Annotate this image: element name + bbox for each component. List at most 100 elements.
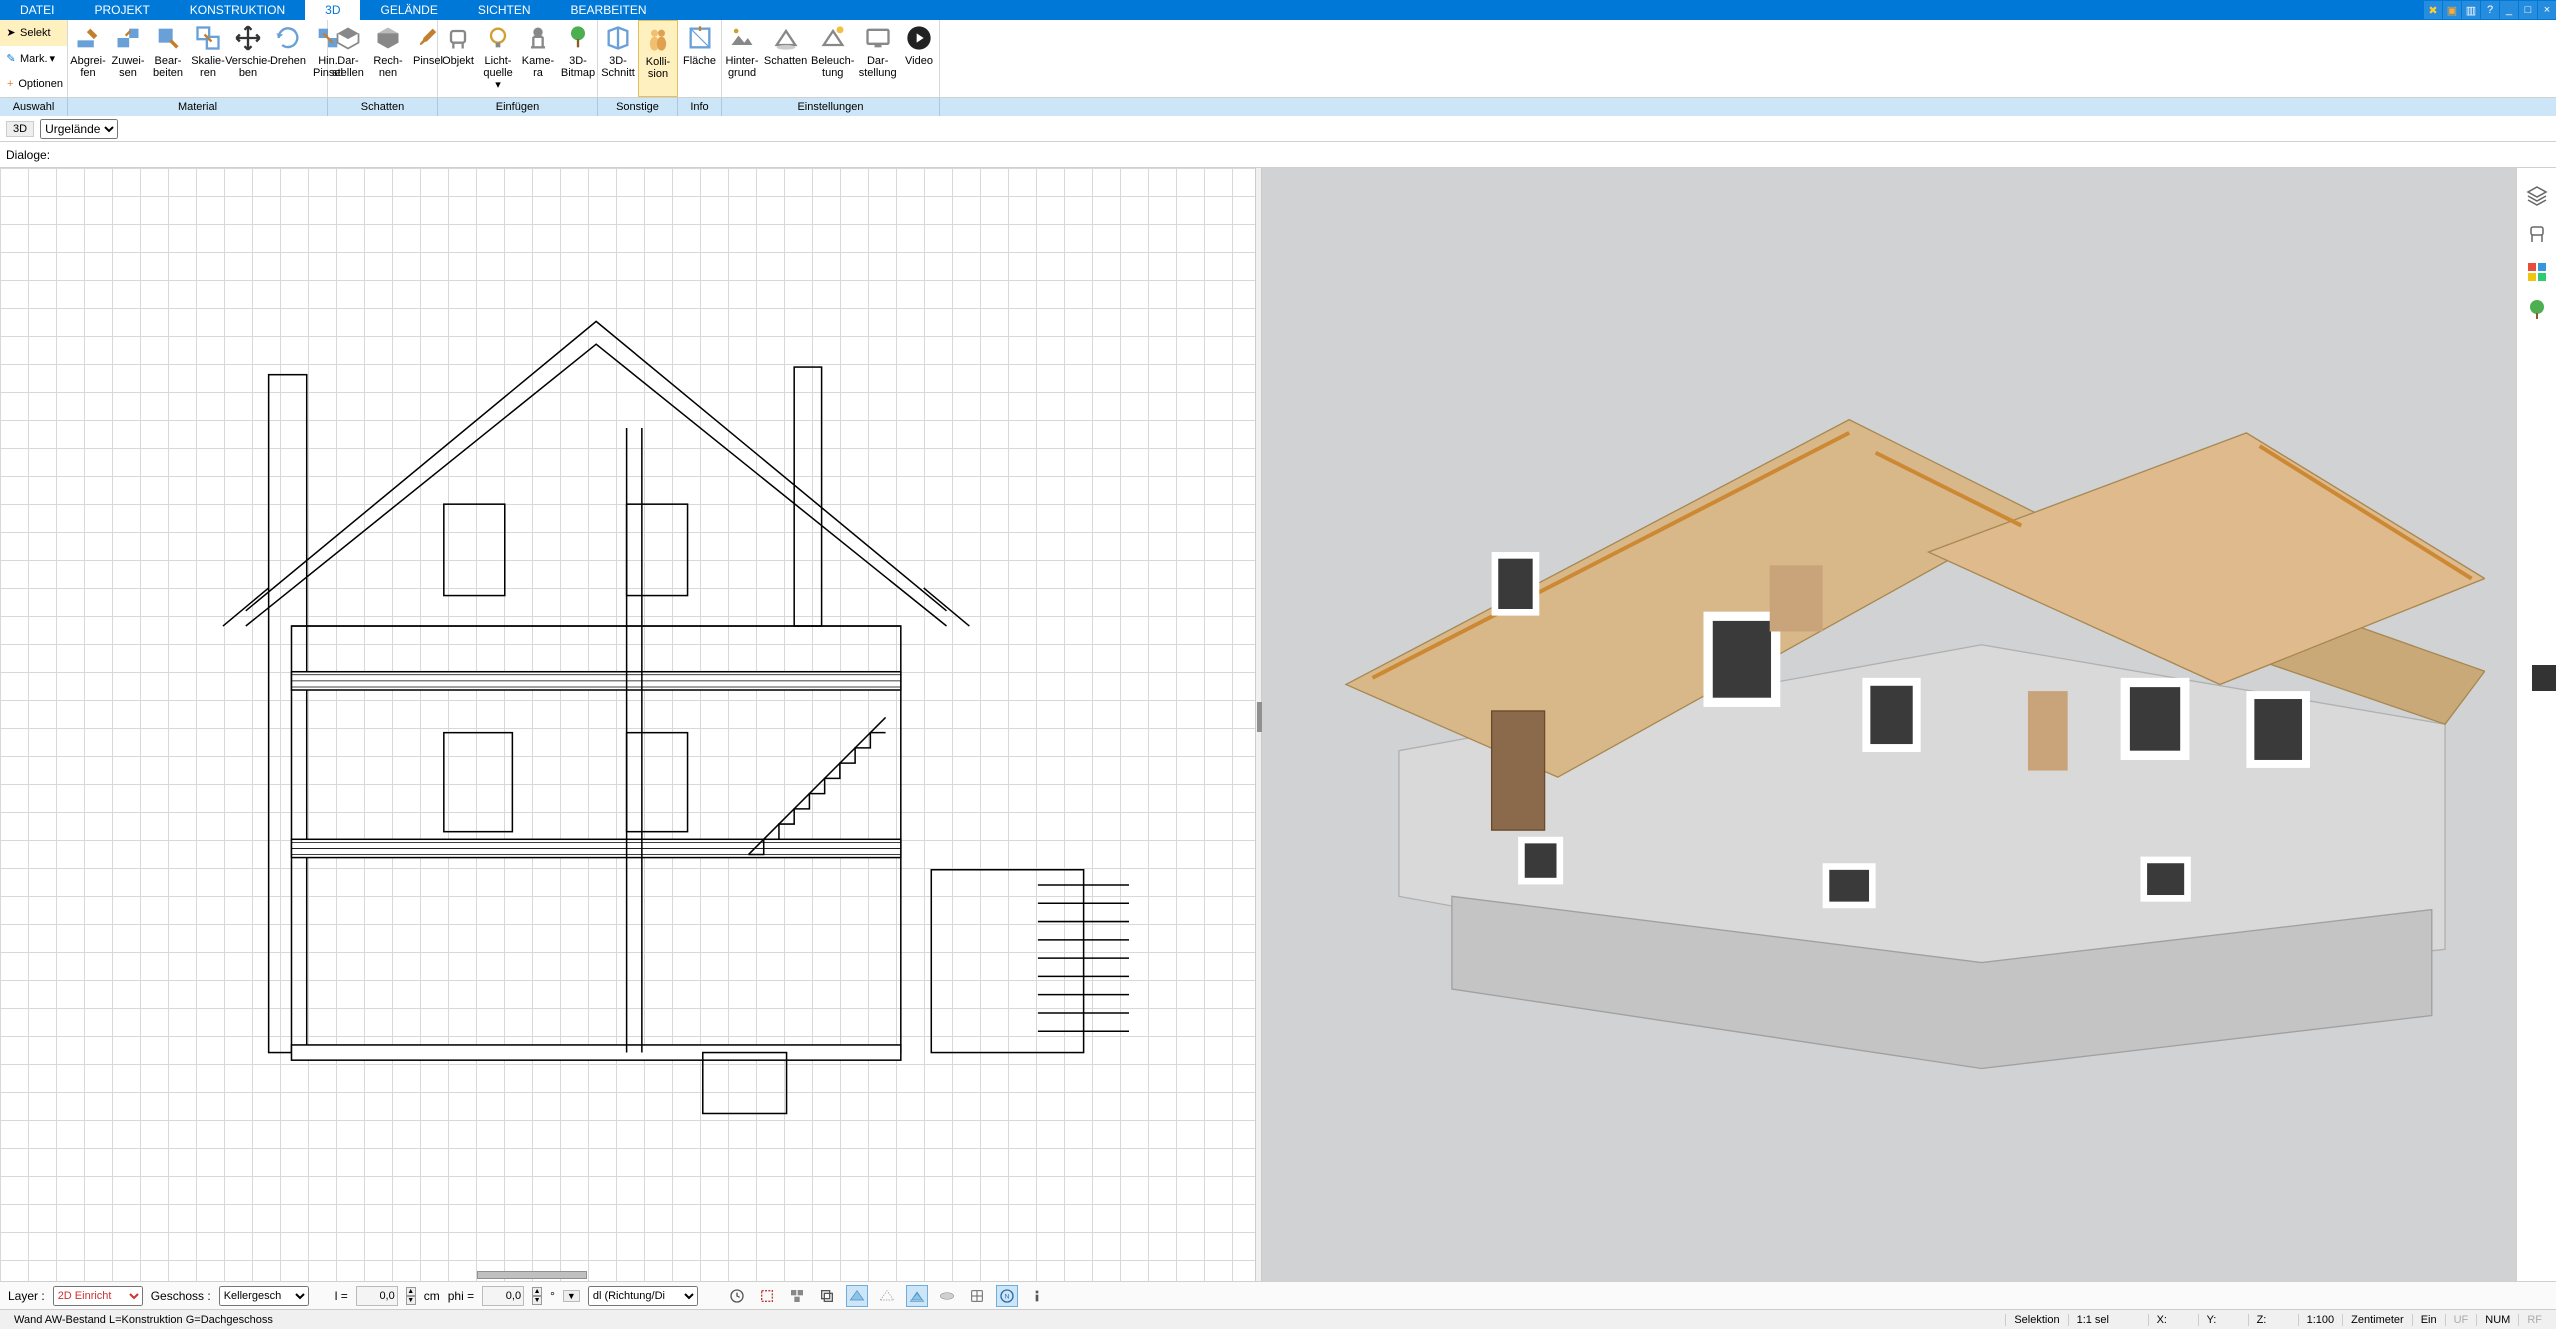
group-label-material: Material: [68, 98, 328, 116]
info-icon[interactable]: [1026, 1285, 1048, 1307]
clock-icon[interactable]: [726, 1285, 748, 1307]
tree-icon[interactable]: [2525, 298, 2549, 322]
help-icon[interactable]: ?: [2481, 1, 2499, 19]
selection-box-icon[interactable]: [756, 1285, 778, 1307]
ribbon-btn-darstellung[interactable]: Dar-stellung: [856, 20, 899, 97]
ribbon-btn-drehen[interactable]: Drehen: [268, 20, 308, 97]
menu-tab-datei[interactable]: DATEI: [0, 0, 74, 20]
zuweisen-icon: [114, 24, 142, 52]
palette-icon[interactable]: [2525, 260, 2549, 284]
layer-visibility-1-icon[interactable]: [846, 1285, 868, 1307]
ribbon-btn-label: Schatten: [764, 55, 807, 67]
right-panel-handle[interactable]: [2532, 665, 2556, 691]
geschoss-select[interactable]: Kellergesch: [219, 1286, 309, 1306]
ribbon-btn-video[interactable]: Video: [899, 20, 939, 97]
ribbon-btn-3dbitmap[interactable]: 3D-Bitmap: [558, 20, 598, 97]
view-select[interactable]: Urgelände: [40, 119, 118, 139]
objekt-icon: [444, 24, 472, 52]
layer-visibility-2-icon[interactable]: [876, 1285, 898, 1307]
menu-tab-gelaende[interactable]: GELÄNDE: [360, 0, 457, 20]
layer-visibility-4-icon[interactable]: [936, 1285, 958, 1307]
close-icon[interactable]: ×: [2538, 1, 2556, 19]
phi-spinner[interactable]: ▲▼: [532, 1287, 542, 1305]
ribbon-btn-zuweisen[interactable]: Zuwei-sen: [108, 20, 148, 97]
grid-toggle-icon[interactable]: [966, 1285, 988, 1307]
maximize-icon[interactable]: □: [2519, 1, 2537, 19]
status-rf: RF: [2518, 1314, 2550, 1326]
ribbon-btn-hintergrund[interactable]: Hinter-grund: [722, 20, 762, 97]
splitter[interactable]: [1255, 168, 1262, 1281]
ribbon-btn-label: Kolli-: [646, 56, 670, 68]
ribbon-btn-lichtquelle[interactable]: Licht-quelle ▾: [478, 20, 518, 97]
ribbon-group-info: Fläche: [678, 20, 722, 97]
menu-tab-3d[interactable]: 3D: [305, 0, 360, 20]
ribbon-btn-label: ben: [239, 67, 257, 79]
ribbon-group-sonstige: 3D-SchnittKolli-sion: [598, 20, 678, 97]
l-spinner[interactable]: ▲▼: [406, 1287, 416, 1305]
ribbon-btn-skalieren[interactable]: Skalie-ren: [188, 20, 228, 97]
ribbon-btn-beleuchtung[interactable]: Beleuch-tung: [809, 20, 856, 97]
horizontal-scrollbar-thumb[interactable]: [477, 1271, 587, 1279]
minimize-icon[interactable]: _: [2500, 1, 2518, 19]
view-mode-3d[interactable]: 3D: [6, 121, 34, 137]
ribbon-btn-verschieben[interactable]: Verschie-ben: [228, 20, 268, 97]
ribbon-btn-3dschnitt[interactable]: 3D-Schnitt: [598, 20, 638, 97]
layers-icon[interactable]: [2525, 184, 2549, 208]
ribbon-btn-abgreifen[interactable]: Abgrei-fen: [68, 20, 108, 97]
phi-label: phi =: [448, 1289, 474, 1303]
layer-select[interactable]: 2D Einricht: [53, 1286, 143, 1306]
menu-tab-konstruktion[interactable]: KONSTRUKTION: [170, 0, 305, 20]
ribbon-btn-label: stellen: [332, 67, 364, 79]
ribbon-btn-label: ra: [533, 67, 543, 79]
menu-tab-projekt[interactable]: PROJEKT: [74, 0, 169, 20]
status-uf: UF: [2445, 1314, 2477, 1326]
pane-3d-view[interactable]: [1262, 168, 2517, 1281]
mark-button[interactable]: ✎Mark.▾: [0, 46, 67, 72]
menu-tab-sichten[interactable]: SICHTEN: [458, 0, 551, 20]
ribbon-btn-bearbeiten[interactable]: Bear-beiten: [148, 20, 188, 97]
right-toolbar: [2516, 168, 2556, 1281]
windows-icon[interactable]: ▥: [2462, 1, 2480, 19]
l-input[interactable]: [356, 1286, 398, 1306]
ribbon-btn-kollision[interactable]: Kolli-sion: [638, 20, 678, 97]
north-icon[interactable]: N: [996, 1285, 1018, 1307]
phi-dropdown[interactable]: ▼: [563, 1290, 580, 1302]
furniture-icon[interactable]: [2525, 222, 2549, 246]
plus-icon: +: [4, 78, 16, 90]
settings-icon[interactable]: ▣: [2443, 1, 2461, 19]
pane-2d-section[interactable]: [0, 168, 1255, 1281]
menu-tab-bearbeiten[interactable]: BEARBEITEN: [551, 0, 667, 20]
ribbon-btn-label: Kame-: [522, 55, 554, 67]
ribbon-btn-kamera[interactable]: Kame-ra: [518, 20, 558, 97]
ribbon-btn-darstellen[interactable]: Dar-stellen: [328, 20, 368, 97]
hintergrund-icon: [728, 24, 756, 52]
layer-visibility-3-icon[interactable]: [906, 1285, 928, 1307]
ribbon-btn-label: Rech-: [373, 55, 402, 67]
ribbon-selection-group: ➤Selekt ✎Mark.▾ +Optionen: [0, 20, 68, 97]
rechnen-icon: [374, 24, 402, 52]
ribbon-btn-label: Hinter-: [726, 55, 759, 67]
house-section-drawing: [63, 257, 1129, 1147]
group-icon[interactable]: [786, 1285, 808, 1307]
copy-icon[interactable]: [816, 1285, 838, 1307]
ribbon-btn-label: Dar-: [337, 55, 358, 67]
dl-select[interactable]: dl (Richtung/Di: [588, 1286, 698, 1306]
ribbon-btn-schatten2[interactable]: Schatten: [762, 20, 809, 97]
svg-text:N: N: [1004, 1293, 1009, 1300]
3dschnitt-icon: [604, 24, 632, 52]
geschoss-label: Geschoss :: [151, 1289, 211, 1303]
status-sel: 1:1 sel: [2068, 1314, 2148, 1326]
status-ein: Ein: [2412, 1314, 2445, 1326]
kamera-icon: [524, 24, 552, 52]
ribbon-btn-label: beiten: [153, 67, 183, 79]
selekt-button[interactable]: ➤Selekt: [0, 20, 67, 46]
phi-input[interactable]: [482, 1286, 524, 1306]
ribbon-btn-objekt[interactable]: Objekt: [438, 20, 478, 97]
ribbon-btn-label: Verschie-: [225, 55, 271, 67]
optionen-button[interactable]: +Optionen: [0, 71, 67, 97]
tools-icon[interactable]: ✖: [2424, 1, 2442, 19]
ribbon-btn-flaeche[interactable]: Fläche: [678, 20, 721, 97]
ribbon-btn-label: sion: [648, 68, 668, 80]
ribbon-btn-rechnen[interactable]: Rech-nen: [368, 20, 408, 97]
status-x: X:: [2148, 1314, 2198, 1326]
